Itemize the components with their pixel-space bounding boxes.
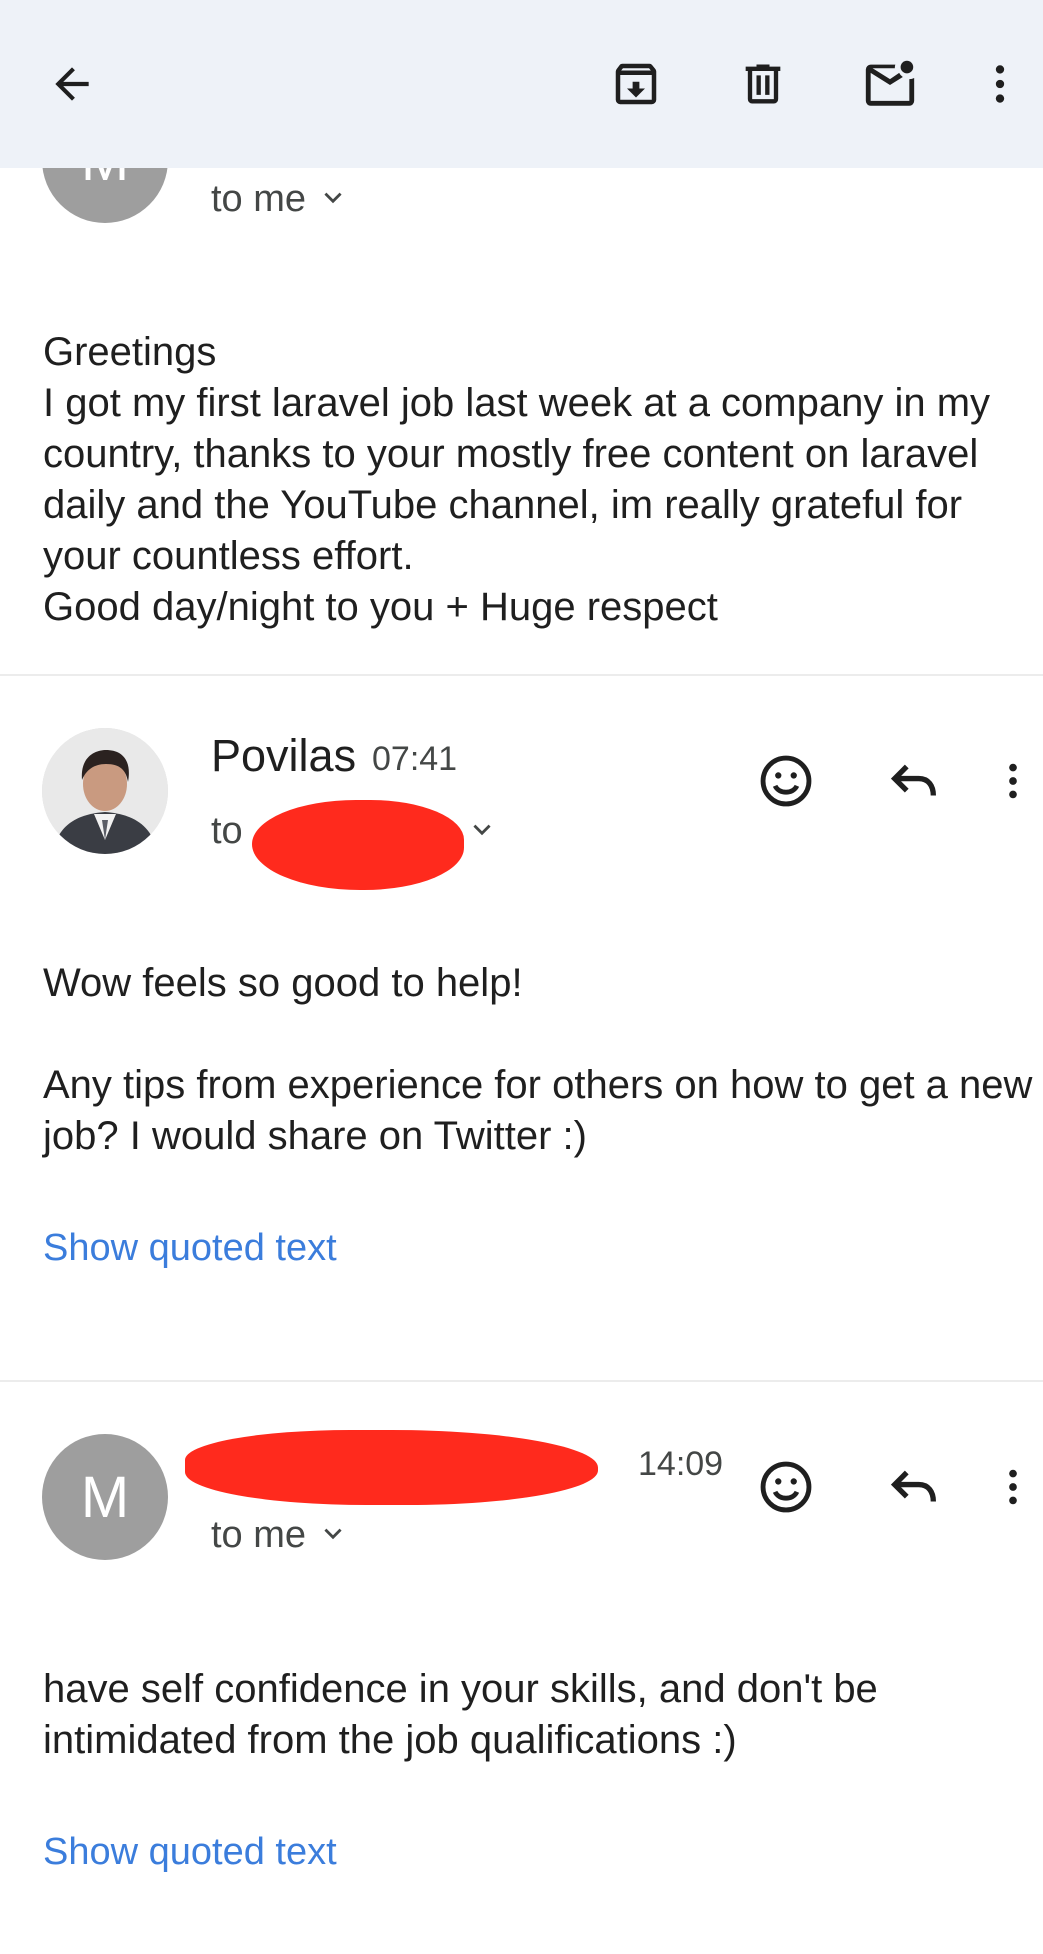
- chevron-down-icon: [320, 1514, 346, 1557]
- back-button[interactable]: [30, 42, 114, 126]
- more-vert-icon: [995, 65, 1005, 103]
- avatar[interactable]: [42, 728, 168, 854]
- reply-icon: [890, 764, 936, 796]
- message-time: 07:41: [372, 740, 458, 778]
- recipient-details[interactable]: to me: [211, 1514, 346, 1557]
- avatar-letter: M: [80, 1464, 130, 1530]
- add-reaction-button[interactable]: [751, 1452, 821, 1522]
- arrow-back-icon: [55, 67, 89, 101]
- archive-button[interactable]: [594, 42, 678, 126]
- emoji-icon: [760, 1461, 812, 1513]
- sender-name: Povilas: [211, 730, 357, 781]
- profile-photo: [42, 728, 168, 854]
- message-body: Wow feels so good to help! Any tips from…: [43, 961, 1033, 1158]
- more-options-button[interactable]: [970, 42, 1030, 126]
- redaction-mark: [185, 1430, 598, 1505]
- more-vert-icon: [1009, 1469, 1017, 1505]
- mark-unread-button[interactable]: [848, 42, 932, 126]
- trash-icon: [745, 64, 781, 104]
- message-body: Greetings I got my first laravel job las…: [43, 330, 991, 629]
- archive-icon: [615, 63, 657, 105]
- recipient-details[interactable]: to me: [211, 178, 346, 221]
- message-time: 14:09: [638, 1445, 724, 1483]
- reply-icon: [890, 1470, 936, 1502]
- redaction-mark: [252, 800, 464, 890]
- message-more-button[interactable]: [988, 746, 1038, 816]
- emoji-icon: [760, 755, 812, 807]
- show-quoted-text-link[interactable]: Show quoted text: [43, 1227, 337, 1270]
- reply-button[interactable]: [879, 746, 949, 816]
- avatar[interactable]: M: [42, 1434, 168, 1560]
- message-divider: [0, 674, 1043, 676]
- to-label: to me: [211, 1514, 307, 1556]
- to-label: to me: [211, 178, 307, 220]
- top-app-bar: [0, 0, 1043, 168]
- chevron-down-icon: [469, 810, 495, 853]
- message-body: have self confidence in your skills, and…: [43, 1667, 889, 1762]
- more-vert-icon: [1009, 763, 1017, 799]
- delete-button[interactable]: [721, 42, 805, 126]
- reply-button[interactable]: [879, 1452, 949, 1522]
- mark-unread-icon: [865, 60, 915, 106]
- show-quoted-text-link[interactable]: Show quoted text: [43, 1831, 337, 1874]
- to-label: to: [211, 810, 243, 852]
- message-more-button[interactable]: [988, 1452, 1038, 1522]
- message-divider: [0, 1380, 1043, 1382]
- add-reaction-button[interactable]: [751, 746, 821, 816]
- chevron-down-icon: [320, 178, 346, 221]
